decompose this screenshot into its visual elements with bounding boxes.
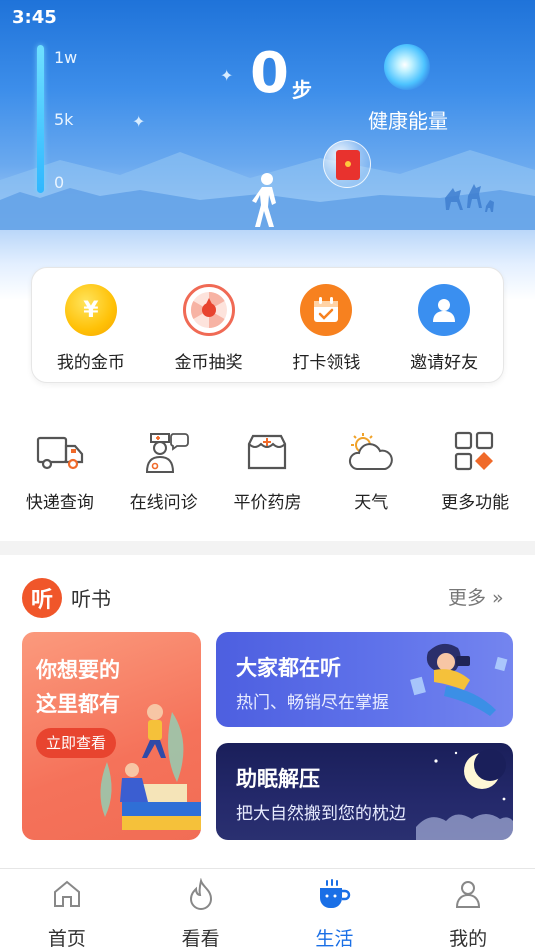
steps-count: 0 (250, 41, 289, 106)
reading-illustration (100, 704, 201, 830)
nav-label: 我的 (449, 928, 488, 950)
bottom-nav: 首页 看看 生活 我的 (0, 868, 535, 951)
listen-more-link[interactable]: 更多 » (448, 583, 504, 610)
lottery-wheel-icon (182, 284, 235, 336)
nav-home[interactable]: 首页 (0, 869, 134, 951)
scale-label-mid: 5k (54, 110, 74, 129)
nav-label: 生活 (315, 928, 354, 950)
user-icon (451, 877, 485, 910)
doctor-consult-icon (138, 430, 190, 474)
listen-section-title: 听书 (71, 587, 111, 611)
listen-promo-card[interactable]: 你想要的 这里都有 立即查看 (22, 632, 201, 840)
listener-illustration (410, 643, 508, 716)
weather-button[interactable]: 天气 (321, 430, 421, 513)
card-subtitle: 把大自然搬到您的枕边 (236, 804, 406, 824)
step-hero: 3:45 ✦ ✦ 1w 5k 0 0 步 健康能量 (0, 0, 535, 300)
coffee-cup-icon (317, 877, 351, 910)
service-label: 平价药房 (233, 493, 302, 513)
section-divider (0, 541, 535, 555)
coin-action-label: 打卡领钱 (292, 353, 361, 373)
flame-icon (184, 877, 218, 910)
moon-night-illustration (416, 749, 513, 840)
checkin-reward-button[interactable]: 打卡领钱 (276, 284, 376, 373)
card-title: 助眠解压 (236, 767, 320, 791)
nav-mine[interactable]: 我的 (401, 869, 535, 951)
sparkle-icon: ✦ (132, 112, 146, 131)
more-grid-icon (449, 430, 501, 474)
service-label: 在线问诊 (129, 493, 198, 513)
service-label: 更多功能 (441, 493, 510, 513)
home-icon (50, 877, 84, 910)
coin-action-label: 金币抽奖 (174, 353, 243, 373)
invite-friend-icon (418, 284, 471, 336)
popular-audio-card[interactable]: 大家都在听 热门、畅销尽在掌握 (216, 632, 513, 727)
weather-icon (345, 430, 397, 474)
scale-label-max: 1w (54, 48, 78, 67)
pharmacy-button[interactable]: 平价药房 (217, 430, 317, 513)
nav-watch[interactable]: 看看 (134, 869, 268, 951)
listen-logo-icon: 听 (22, 578, 62, 618)
my-coins-button[interactable]: ¥ 我的金币 (41, 284, 141, 373)
card-subtitle: 热门、畅销尽在掌握 (236, 693, 389, 713)
pharmacy-icon (241, 430, 293, 474)
walking-person-icon (252, 173, 276, 227)
gold-coin-icon: ¥ (64, 284, 117, 336)
delivery-truck-icon (34, 430, 86, 474)
step-scale-bar (37, 45, 44, 193)
card-title: 大家都在听 (236, 656, 341, 680)
service-label: 天气 (354, 493, 389, 513)
steps-unit: 步 (292, 78, 312, 102)
nav-life[interactable]: 生活 (268, 869, 402, 951)
nav-label: 看看 (181, 928, 220, 950)
service-label: 快递查询 (25, 493, 94, 513)
scale-label-min: 0 (54, 173, 65, 192)
red-packet-bubble[interactable] (323, 140, 371, 188)
red-packet-icon (336, 150, 360, 180)
calendar-check-icon (300, 284, 353, 336)
promo-line-1: 你想要的 (36, 658, 120, 682)
status-time: 3:45 (12, 7, 57, 28)
coin-lottery-button[interactable]: 金币抽奖 (159, 284, 259, 373)
invite-friends-button[interactable]: 邀请好友 (394, 284, 494, 373)
services-row: 快递查询 在线问诊 平价药房 天气 更多功能 (0, 430, 535, 513)
more-functions-button[interactable]: 更多功能 (425, 430, 525, 513)
delivery-query-button[interactable]: 快递查询 (10, 430, 110, 513)
energy-label[interactable]: 健康能量 (368, 105, 448, 134)
nav-label: 首页 (47, 928, 86, 950)
coin-actions-card: ¥ 我的金币 金币抽奖 打卡领钱 邀请好友 (31, 267, 504, 383)
energy-globe-icon[interactable] (384, 44, 430, 90)
coin-action-label: 我的金币 (56, 353, 125, 373)
coin-action-label: 邀请好友 (410, 353, 479, 373)
sleep-relax-card[interactable]: 助眠解压 把大自然搬到您的枕边 (216, 743, 513, 840)
sparkle-icon: ✦ (220, 66, 234, 85)
online-consult-button[interactable]: 在线问诊 (114, 430, 214, 513)
